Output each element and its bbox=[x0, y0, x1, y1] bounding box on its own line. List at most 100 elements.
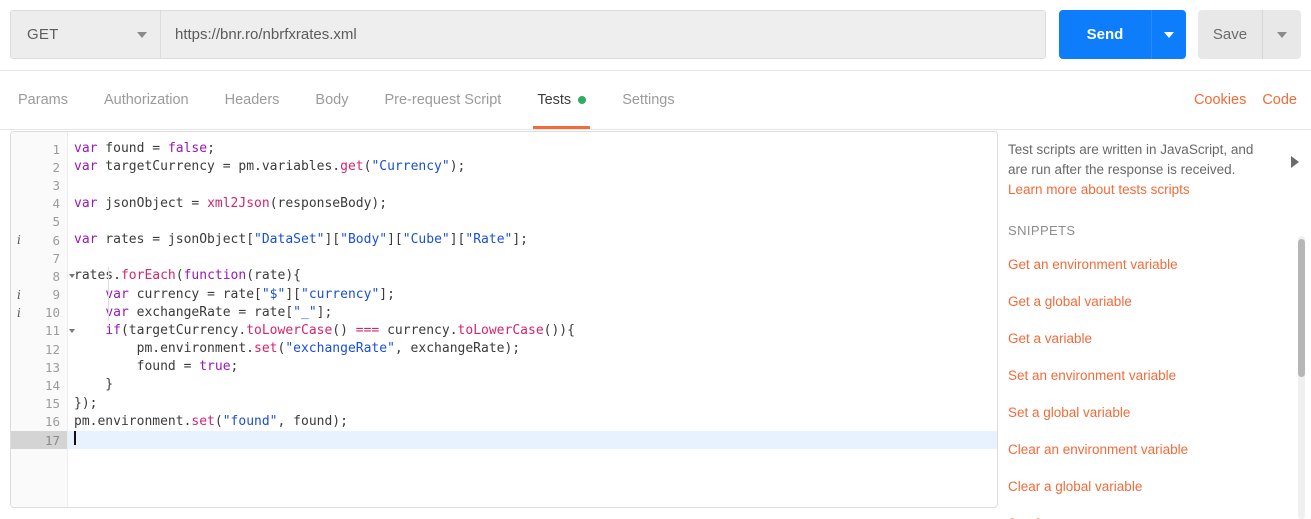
tab-label: Authorization bbox=[104, 92, 189, 108]
gutter-line-number: 17 bbox=[11, 431, 67, 449]
http-method-select[interactable]: GET bbox=[11, 11, 161, 58]
line-number-label: 17 bbox=[45, 433, 60, 448]
gutter-line-number: i6 bbox=[11, 231, 67, 249]
gutter-line-number: 4 bbox=[11, 195, 67, 213]
code-line[interactable]: if(targetCurrency.toLowerCase() === curr… bbox=[68, 322, 997, 340]
line-number-label: 8 bbox=[52, 269, 60, 284]
save-options-button[interactable] bbox=[1262, 10, 1301, 59]
code-line[interactable]: var currency = rate["$"]["currency"]; bbox=[68, 286, 997, 304]
gutter-line-number: 8 bbox=[11, 267, 67, 285]
tab-authorization[interactable]: Authorization bbox=[86, 71, 207, 129]
snippet-item[interactable]: Get a variable bbox=[1008, 320, 1291, 357]
code-line[interactable]: rates.forEach(function(rate){ bbox=[68, 267, 997, 285]
request-tab-bar: Params Authorization Headers Body Pre-reques… bbox=[0, 71, 1311, 130]
code-line[interactable]: var jsonObject = xml2Json(responseBody); bbox=[68, 195, 997, 213]
save-button[interactable]: Save bbox=[1198, 10, 1262, 59]
editor-gutter: 12345i678i9i1011121314151617 bbox=[11, 132, 68, 507]
code-line[interactable]: var found = false; bbox=[68, 140, 997, 158]
code-line[interactable]: found = true; bbox=[68, 358, 997, 376]
snippet-item[interactable]: Send a request bbox=[1008, 505, 1291, 519]
chevron-right-icon[interactable] bbox=[1291, 156, 1299, 168]
code-line[interactable]: }); bbox=[68, 395, 997, 413]
snippet-item[interactable]: Get a global variable bbox=[1008, 283, 1291, 320]
code-line[interactable] bbox=[68, 249, 997, 267]
gutter-line-number: 14 bbox=[11, 376, 67, 394]
code-line[interactable]: pm.environment.set("exchangeRate", excha… bbox=[68, 340, 997, 358]
tests-description: Test scripts are written in JavaScript, … bbox=[1008, 140, 1276, 180]
line-number-label: 11 bbox=[45, 323, 60, 338]
tab-bar-links: Cookies Code bbox=[1194, 71, 1297, 129]
tab-label: Params bbox=[18, 92, 68, 108]
gutter-line-number: 12 bbox=[11, 340, 67, 358]
code-line[interactable]: var rates = jsonObject["DataSet"]["Body"… bbox=[68, 231, 997, 249]
tab-label: Headers bbox=[225, 92, 280, 108]
line-number-label: 12 bbox=[45, 342, 60, 357]
tests-script-editor[interactable]: 12345i678i9i1011121314151617 var found =… bbox=[10, 131, 998, 508]
snippets-scrollbar-thumb[interactable] bbox=[1298, 239, 1305, 377]
request-url-input[interactable] bbox=[161, 11, 1045, 58]
code-line[interactable] bbox=[68, 213, 997, 231]
line-number-label: 3 bbox=[52, 178, 60, 193]
tab-headers[interactable]: Headers bbox=[207, 71, 298, 129]
editor-code-area[interactable]: var found = false;var targetCurrency = p… bbox=[68, 132, 997, 507]
gutter-line-number: 2 bbox=[11, 158, 67, 176]
indent-guide bbox=[108, 267, 109, 321]
tab-settings[interactable]: Settings bbox=[604, 71, 692, 129]
line-number-label: 15 bbox=[45, 396, 60, 411]
line-number-label: 13 bbox=[45, 360, 60, 375]
snippet-item[interactable]: Clear a global variable bbox=[1008, 468, 1291, 505]
code-line[interactable]: var exchangeRate = rate["_"]; bbox=[68, 304, 997, 322]
code-link[interactable]: Code bbox=[1262, 92, 1297, 108]
line-number-label: 9 bbox=[52, 287, 60, 302]
code-line[interactable]: var targetCurrency = pm.variables.get("C… bbox=[68, 158, 997, 176]
tabs-container: Params Authorization Headers Body Pre-reques… bbox=[0, 71, 693, 129]
info-icon[interactable]: i bbox=[17, 288, 21, 302]
tab-tests[interactable]: Tests bbox=[519, 71, 604, 129]
send-button[interactable]: Send bbox=[1059, 10, 1151, 59]
http-method-label: GET bbox=[27, 26, 137, 43]
gutter-line-number: 7 bbox=[11, 249, 67, 267]
gutter-line-number: 1 bbox=[11, 140, 67, 158]
tab-label: Body bbox=[315, 92, 348, 108]
tab-label: Tests bbox=[537, 92, 571, 108]
snippets-side-panel: Test scripts are written in JavaScript, … bbox=[1008, 131, 1311, 519]
snippet-item[interactable]: Set a global variable bbox=[1008, 394, 1291, 431]
gutter-line-number: 5 bbox=[11, 213, 67, 231]
tab-label: Pre-request Script bbox=[384, 92, 501, 108]
gutter-line-number: i9 bbox=[11, 286, 67, 304]
code-line[interactable] bbox=[68, 431, 997, 449]
cookies-link[interactable]: Cookies bbox=[1194, 92, 1246, 108]
send-button-group: Send bbox=[1059, 10, 1186, 59]
snippet-item[interactable]: Clear an environment variable bbox=[1008, 431, 1291, 468]
gutter-line-number: 3 bbox=[11, 176, 67, 194]
line-number-label: 10 bbox=[45, 305, 60, 320]
gutter-line-number: 15 bbox=[11, 395, 67, 413]
snippet-item[interactable]: Get an environment variable bbox=[1008, 246, 1291, 283]
line-number-label: 7 bbox=[52, 251, 60, 266]
save-button-group: Save bbox=[1198, 10, 1301, 59]
send-options-button[interactable] bbox=[1151, 10, 1186, 59]
code-line[interactable]: } bbox=[68, 376, 997, 394]
learn-more-link[interactable]: Learn more about tests scripts bbox=[1008, 182, 1190, 197]
chevron-down-icon bbox=[1164, 32, 1174, 38]
code-line[interactable] bbox=[68, 176, 997, 194]
snippets-list: Get an environment variableGet a global … bbox=[1008, 246, 1291, 519]
line-number-label: 1 bbox=[52, 142, 60, 157]
line-number-label: 6 bbox=[52, 233, 60, 248]
text-cursor bbox=[74, 431, 76, 445]
tab-status-dot-icon bbox=[578, 96, 586, 104]
gutter-line-number: i 10 bbox=[11, 304, 67, 322]
tab-label: Settings bbox=[622, 92, 674, 108]
chevron-down-icon bbox=[137, 32, 147, 38]
chevron-down-icon bbox=[1277, 32, 1287, 38]
line-number-label: 2 bbox=[52, 160, 60, 175]
info-icon[interactable]: i bbox=[17, 306, 21, 320]
line-number-label: 14 bbox=[45, 378, 60, 393]
tab-params[interactable]: Params bbox=[0, 71, 86, 129]
info-icon[interactable]: i bbox=[17, 233, 21, 247]
tab-pre-request-script[interactable]: Pre-request Script bbox=[366, 71, 519, 129]
tab-body[interactable]: Body bbox=[297, 71, 366, 129]
gutter-line-number: 11 bbox=[11, 322, 67, 340]
snippet-item[interactable]: Set an environment variable bbox=[1008, 357, 1291, 394]
code-line[interactable]: pm.environment.set("found", found); bbox=[68, 413, 997, 431]
